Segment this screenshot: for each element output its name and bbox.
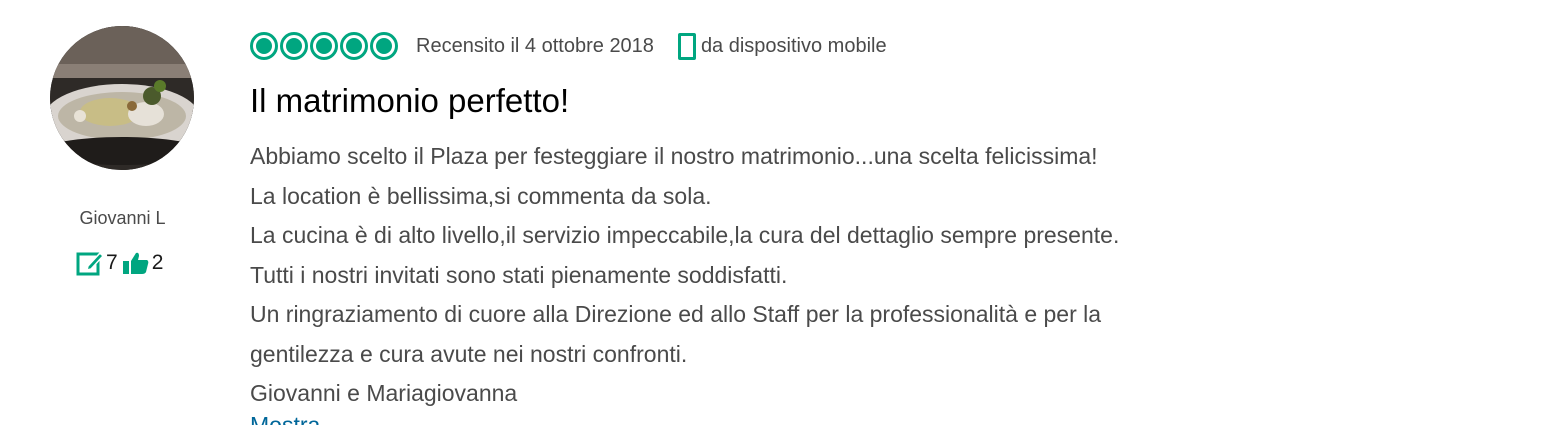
show-more-link[interactable]: Mostra (250, 412, 320, 425)
rating-bubble-icon (340, 32, 368, 60)
mobile-phone-icon (677, 32, 696, 60)
rating-bubble-icon (280, 32, 308, 60)
reviewer-stats: 7 2 (76, 250, 163, 276)
contributions-count: 7 (106, 251, 118, 274)
reviewer-avatar[interactable] (50, 26, 194, 170)
review-body-line: Giovanni e Mariagiovanna (250, 380, 518, 406)
rating-bubble-icon (250, 32, 278, 60)
review-body-line: La location è bellissima,si commenta da … (250, 182, 712, 209)
review-title[interactable]: Il matrimonio perfetto! (250, 82, 569, 120)
thumbs-up-icon (122, 251, 150, 275)
device-label: da dispositivo mobile (700, 34, 887, 57)
review-body-line: Abbiamo scelto il Plaza per festeggiare … (250, 143, 1098, 169)
rating-bubbles (250, 32, 400, 60)
review-body: Abbiamo scelto il Plaza per festeggiare … (250, 137, 1510, 414)
contributions-stat: 7 (76, 250, 118, 276)
helpful-votes-stat: 2 (122, 250, 164, 276)
review-date: Recensito il 4 ottobre 2018 (416, 34, 654, 57)
rating-bubble-icon (370, 32, 398, 60)
review-body-line: Tutti i nostri invitati sono stati piena… (250, 261, 788, 288)
rating-bubble-icon (310, 32, 338, 60)
reviewer-name[interactable]: Giovanni L (40, 208, 205, 229)
review-body-line: gentilezza e cura avute nei nostri confr… (250, 340, 688, 367)
review-meta: Recensito il 4 ottobre 2018 da dispositi… (250, 30, 887, 62)
review-body-line: Un ringraziamento di cuore alla Direzion… (250, 301, 1102, 327)
review-card: Giovanni L 7 2 Recensito il 4 ottobre 20… (0, 0, 1562, 425)
avatar-photo (50, 26, 194, 170)
review-body-line: La cucina è di alto livello,il servizio … (250, 222, 1120, 248)
helpful-votes-count: 2 (151, 251, 164, 274)
edit-review-icon (76, 250, 104, 276)
